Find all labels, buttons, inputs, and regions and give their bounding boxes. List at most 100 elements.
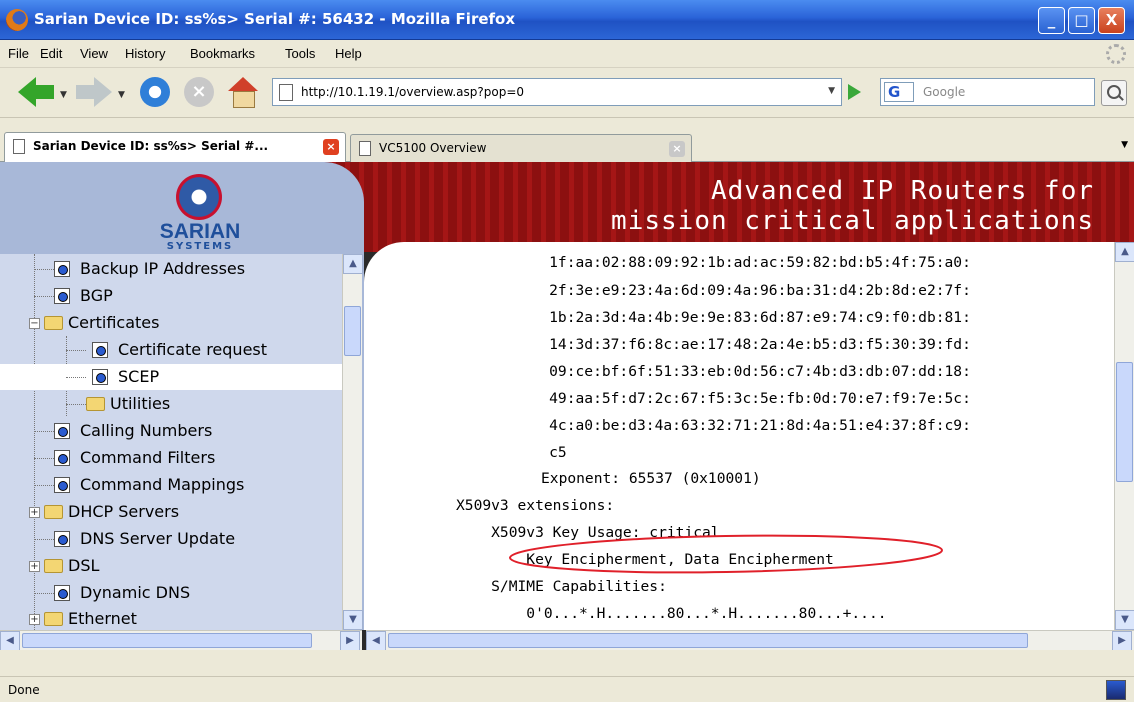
collapse-icon[interactable]: − [29,318,40,329]
scroll-up-icon[interactable]: ▲ [343,254,363,274]
cert-line: S/MIME Capabilities: [456,578,667,595]
tree-line [66,377,86,378]
tab-sarian-device[interactable]: Sarian Device ID: ss%s> Serial #... × [4,132,346,162]
tree-line [34,539,54,540]
window-title: Sarian Device ID: ss%s> Serial #: 56432 … [34,10,516,28]
cert-line: 14:3d:37:f6:8c:ae:17:48:2a:4e:b5:d3:f5:3… [514,336,971,353]
scroll-thumb[interactable] [344,306,361,356]
home-icon[interactable] [228,77,258,108]
expand-icon[interactable]: + [29,614,40,625]
minimize-button[interactable]: _ [1038,7,1065,34]
tree-item-command-mappings[interactable]: Command Mappings [0,472,342,498]
menu-tools[interactable]: Tools [285,46,315,61]
scroll-thumb[interactable] [1116,362,1133,482]
tree-item-label: Certificates [68,313,160,332]
scroll-left-icon[interactable]: ◀ [366,631,386,650]
scroll-left-icon[interactable]: ◀ [0,631,20,650]
tree-item-label: Calling Numbers [80,421,213,440]
tree-item-ethernet[interactable]: + Ethernet [0,606,342,630]
tree-item-label: Command Mappings [80,475,245,494]
tree-item-label: DHCP Servers [68,502,180,521]
tree-line [34,593,54,594]
cert-line: 1b:2a:3d:4a:4b:9e:9e:83:6d:87:e9:74:c9:f… [514,309,971,326]
tree-item-command-filters[interactable]: Command Filters [0,445,342,471]
stop-icon[interactable]: × [184,77,214,107]
tree-item-dsl[interactable]: + DSL [0,553,342,579]
tab-vc5100-overview[interactable]: VC5100 Overview × [350,134,692,162]
forward-history-dropdown-icon[interactable]: ▼ [118,90,125,100]
search-placeholder: Google [923,85,966,99]
back-arrow-icon[interactable] [18,77,54,107]
tab-close-icon[interactable]: × [669,141,685,157]
menu-edit[interactable]: Edit [40,46,62,61]
content-horizontal-scrollbar[interactable]: ◀ ▶ [366,630,1134,650]
folder-icon [86,397,105,411]
menu-help[interactable]: Help [335,46,362,61]
tree-item-utilities[interactable]: Utilities [0,391,342,417]
tree-item-label: Dynamic DNS [80,583,191,602]
tree-item-dns-server-update[interactable]: DNS Server Update [0,526,342,552]
search-engine-icon[interactable]: G [884,82,914,102]
expand-icon[interactable]: + [29,561,40,572]
menu-bar: File Edit View History Bookmarks Tools H… [0,40,1134,68]
tree-item-calling-numbers[interactable]: Calling Numbers [0,418,342,444]
page-icon [54,477,70,493]
url-text[interactable]: http://10.1.19.1/overview.asp?pop=0 [301,85,524,99]
tree-item-scep[interactable]: SCEP [0,364,342,390]
tree-line [34,296,54,297]
page-icon [54,450,70,466]
folder-icon [44,505,63,519]
forward-arrow-icon[interactable] [76,77,112,107]
tree-item-backup-ip-addresses[interactable]: Backup IP Addresses [0,256,342,282]
maximize-button[interactable]: □ [1068,7,1095,34]
list-all-tabs-icon[interactable]: ▼ [1121,140,1128,150]
url-field[interactable]: http://10.1.19.1/overview.asp?pop=0 ▼ [272,78,842,106]
tree-vertical-scrollbar[interactable]: ▲ ▼ [342,254,363,630]
tree-item-dynamic-dns[interactable]: Dynamic DNS [0,580,342,606]
tree-item-certificates[interactable]: − Certificates [0,310,342,336]
scroll-thumb[interactable] [22,633,312,648]
activity-throbber-icon [1106,44,1126,64]
tree-item-dhcp-servers[interactable]: + DHCP Servers [0,499,342,525]
scroll-right-icon[interactable]: ▶ [1112,631,1132,650]
tree-item-certificate-request[interactable]: Certificate request [0,337,342,363]
sarian-logo-mark-icon [176,174,222,220]
scroll-right-icon[interactable]: ▶ [340,631,360,650]
status-text: Done [8,683,40,697]
folder-icon [44,559,63,573]
expand-icon[interactable]: + [29,507,40,518]
cert-line: 4c:a0:be:d3:4a:63:32:71:21:8d:4a:51:e4:3… [514,417,971,434]
menu-file[interactable]: File [8,46,29,61]
search-icon[interactable] [1101,80,1127,106]
content-vertical-scrollbar[interactable]: ▲ ▼ [1114,242,1134,630]
scroll-thumb[interactable] [388,633,1028,648]
page-content: Advanced IP Routers for mission critical… [0,162,1134,650]
scroll-up-icon[interactable]: ▲ [1115,242,1134,262]
scroll-down-icon[interactable]: ▼ [343,610,363,630]
cert-line: X509v3 extensions: [456,497,615,514]
menu-view[interactable]: View [80,46,108,61]
tree-horizontal-scrollbar[interactable]: ◀ ▶ [0,630,362,650]
scroll-down-icon[interactable]: ▼ [1115,610,1134,630]
tab-label: VC5100 Overview [379,141,487,155]
cert-line: c5 [514,444,567,461]
tree-line [66,404,86,405]
tree-line [34,485,54,486]
menu-history[interactable]: History [125,46,165,61]
tree-item-label: Utilities [110,394,171,413]
tree-item-label: DNS Server Update [80,529,236,548]
tree-line [34,269,54,270]
tree-item-label: DSL [68,556,100,575]
go-icon[interactable] [848,84,861,100]
certificate-panel: 1f:aa:02:88:09:92:1b:ad:ac:59:82:bd:b5:4… [364,242,1134,630]
menu-bookmarks[interactable]: Bookmarks [190,46,255,61]
cert-line: Exponent: 65537 (0x10001) [541,470,761,487]
close-button[interactable]: X [1098,7,1125,34]
back-history-dropdown-icon[interactable]: ▼ [60,90,67,100]
tree-item-bgp[interactable]: BGP [0,283,342,309]
tab-close-icon[interactable]: × [323,139,339,155]
url-dropdown-icon[interactable]: ▼ [828,86,835,96]
search-field[interactable]: G Google [880,78,1095,106]
page-icon [54,531,70,547]
reload-icon[interactable] [140,77,170,107]
